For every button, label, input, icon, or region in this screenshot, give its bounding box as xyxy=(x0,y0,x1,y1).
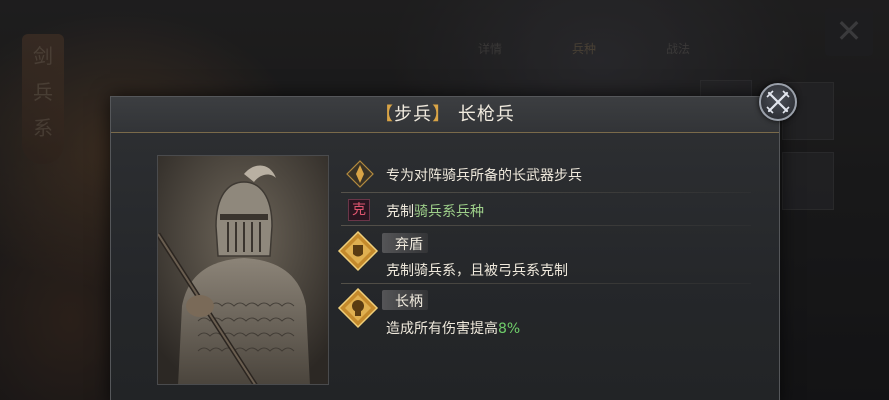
skill-description: 克制骑兵系，且被弓兵系克制 xyxy=(386,263,568,279)
troop-info-popup: 【步兵】 长枪兵 专为对阵骑兵所备的长武器步兵 克 克制骑兵系兵种 弃盾 克制骑… xyxy=(110,83,797,400)
skill-bonus-value: 8% xyxy=(498,321,521,337)
skill-name: 弃盾 xyxy=(395,237,423,253)
crossed-swords-icon xyxy=(766,90,790,114)
troop-type: 步兵 xyxy=(394,104,433,125)
row-divider xyxy=(341,283,751,284)
counter-text: 克制骑兵系兵种 xyxy=(386,201,484,221)
title-bracket-open: 【 xyxy=(375,104,395,125)
counter-badge: 克 xyxy=(348,199,370,221)
skill-name: 长柄 xyxy=(395,294,423,310)
close-button[interactable] xyxy=(759,83,797,121)
counter-prefix: 克制 xyxy=(386,204,414,220)
spear-icon xyxy=(346,160,374,188)
title-bracket-close: 】 xyxy=(432,104,452,125)
troop-name: 长枪兵 xyxy=(457,104,515,125)
troop-portrait xyxy=(157,155,329,385)
row-divider xyxy=(341,192,751,193)
skill-description: 造成所有伤害提高8% xyxy=(386,318,520,338)
counter-target: 骑兵系兵种 xyxy=(414,204,484,220)
troop-description: 专为对阵骑兵所备的长武器步兵 xyxy=(386,168,582,184)
spearman-illustration xyxy=(158,156,328,384)
long-shaft-icon[interactable] xyxy=(337,287,379,329)
skill-description-text: 造成所有伤害提高 xyxy=(386,321,498,337)
row-divider xyxy=(341,225,751,226)
shield-drop-icon[interactable] xyxy=(337,230,379,272)
popup-title: 【步兵】 长枪兵 xyxy=(111,97,779,133)
